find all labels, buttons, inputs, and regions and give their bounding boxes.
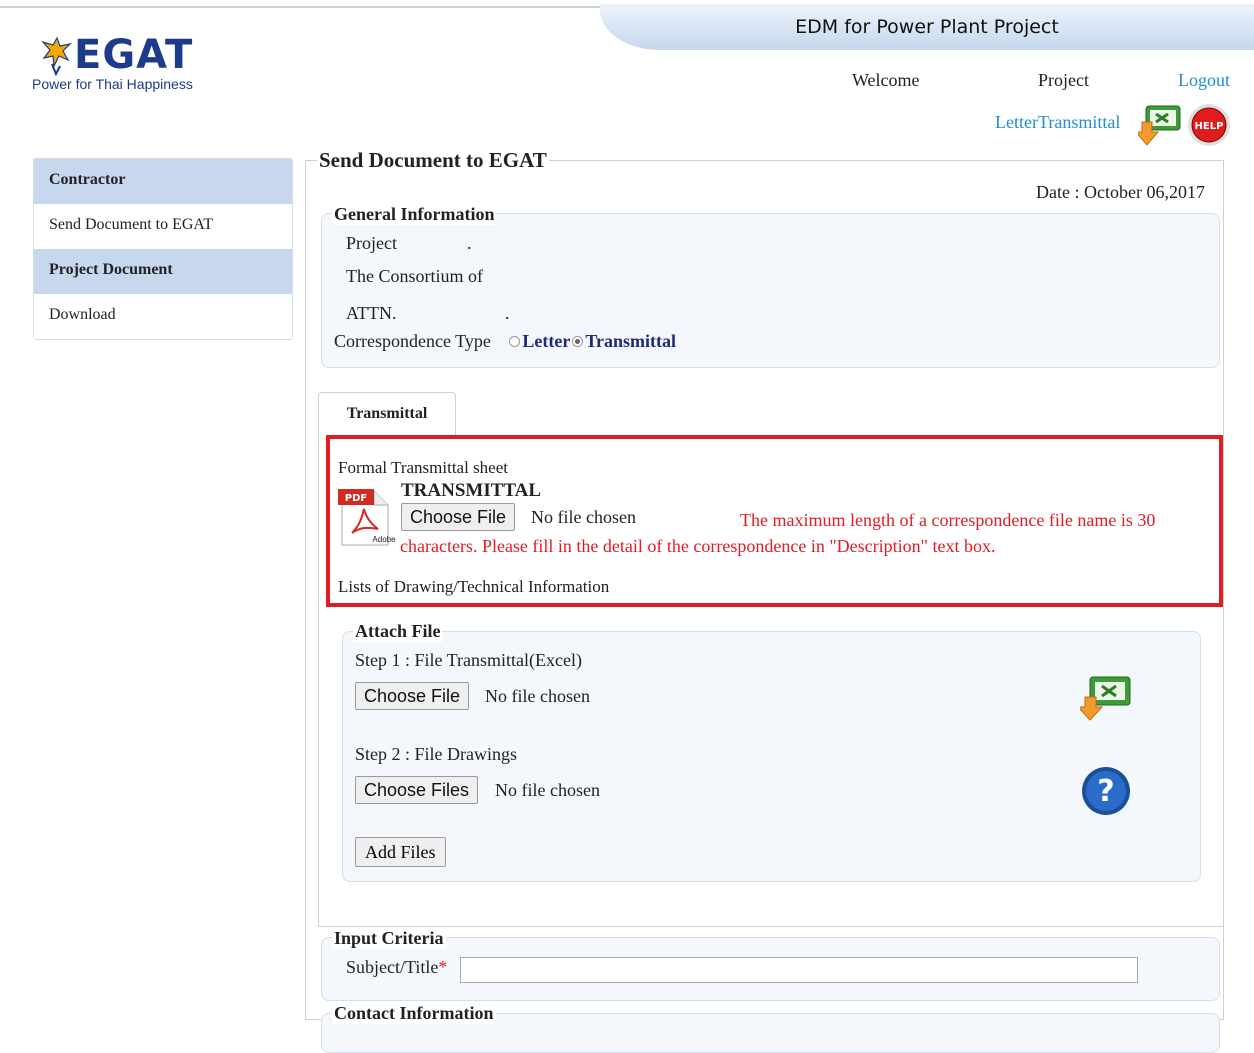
sidebar: Contractor Send Document to EGAT Project… [33,158,293,340]
file-name-warning: The maximum length of a correspondence f… [400,510,1156,556]
tab-transmittal[interactable]: Transmittal [318,392,456,438]
step2-label: Step 2 : File Drawings [355,744,517,764]
formal-sheet-label: Formal Transmittal sheet [338,458,508,477]
transmittal-radio[interactable] [572,336,584,348]
pdf-badge-text: PDF [345,493,367,504]
help-icon-text: HELP [1195,121,1224,132]
pdf-icon[interactable]: PDF Adobe [338,487,398,549]
help-icon[interactable]: HELP [1186,102,1232,148]
page-title: Send Document to EGAT [317,148,549,173]
correspondence-type-row: Correspondence Type Letter Transmittal [334,331,676,352]
excel-template-icon[interactable] [1080,673,1134,721]
lists-of-drawing-label: Lists of Drawing/Technical Information [338,577,610,596]
top-divider [0,6,600,8]
step2-choose-files-button[interactable]: Choose Files [355,776,479,804]
step1-file-status: No file chosen [485,686,590,706]
egat-logo[interactable]: EGAT Power for Thai Happiness [30,32,230,92]
letter-transmittal-link[interactable]: LetterTransmittal [995,112,1120,133]
svg-text:?: ? [1097,774,1114,809]
welcome-text: Welcome [852,70,920,90]
subject-title-label: Subject/Title [346,957,439,977]
input-criteria-legend: Input Criteria [332,928,446,949]
project-value: . [467,233,472,253]
excel-download-icon[interactable] [1138,102,1184,146]
logo-text: EGAT [74,32,194,78]
attn-label: ATTN. [346,303,397,323]
app-title: EDM for Power Plant Project [795,16,1059,38]
general-information-legend: General Information [332,204,497,225]
subject-title-row: Subject/Title* [346,957,447,978]
step2-file-status: No file chosen [495,780,600,800]
egat-logo-icon [41,36,72,76]
logo-tagline: Power for Thai Happiness [32,76,193,92]
correspondence-type-label: Correspondence Type [334,331,491,351]
project-label: Project [346,233,397,253]
consortium-label: The Consortium of [346,266,483,286]
required-marker: * [438,957,448,977]
question-help-icon[interactable]: ? [1081,766,1131,816]
sidebar-item-download[interactable]: Download [34,294,292,339]
logout-link[interactable]: Logout [1178,70,1230,91]
add-files-button[interactable]: Add Files [355,837,446,867]
contact-information-legend: Contact Information [332,1003,496,1024]
sidebar-section-project-document[interactable]: Project Document [34,249,292,294]
sidebar-item-send-document[interactable]: Send Document to EGAT [34,204,292,249]
step1-choose-file-button[interactable]: Choose File [355,682,470,710]
transmittal-heading: TRANSMITTAL [401,480,542,501]
subject-title-input[interactable] [460,957,1138,983]
sidebar-section-contractor[interactable]: Contractor [34,159,292,204]
letter-radio[interactable] [509,336,521,348]
attn-value: . [505,303,510,323]
project-label: Project [1038,70,1089,90]
date-text: Date : October 06,2017 [1036,182,1205,202]
attach-file-legend: Attach File [353,621,443,642]
app-title-banner: EDM for Power Plant Project [600,4,1254,50]
letter-radio-label[interactable]: Letter [522,331,570,351]
transmittal-radio-label[interactable]: Transmittal [585,331,676,351]
step1-label: Step 1 : File Transmittal(Excel) [355,650,582,670]
pdf-vendor-text: Adobe [372,535,396,544]
